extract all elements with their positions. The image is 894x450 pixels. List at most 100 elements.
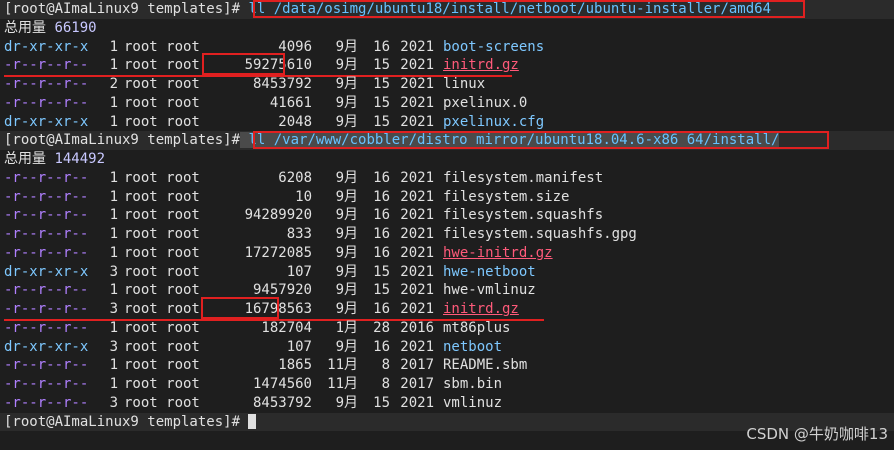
year: 2021	[400, 263, 434, 280]
link-count: 1	[109, 38, 118, 55]
day: 8	[381, 357, 390, 374]
file-size: 59275610	[244, 57, 312, 74]
file-row: dr-xr-xr-x 1 root root 4096 9月 16 2021 boot-scr…	[0, 38, 894, 57]
file-name: mt86plus	[443, 319, 511, 336]
owner-group: root root	[124, 357, 200, 374]
month: 9月	[335, 263, 358, 280]
owner-group: root root	[124, 282, 200, 299]
shell-prompt: [root@AImaLinux9 templates]#	[4, 413, 241, 430]
file-row: dr-xr-xr-x 3 root root 107 9月 15 2021 hwe-netbo…	[0, 263, 894, 282]
permissions: -r--r--r--	[4, 169, 89, 186]
year: 2017	[400, 376, 434, 392]
day: 15	[373, 282, 390, 299]
file-size: 1474560	[252, 376, 312, 392]
file-row: -r--r--r-- 1 root root 59275610 9月 15 2021 init…	[0, 53, 894, 78]
year: 2021	[400, 94, 434, 111]
day: 15	[373, 394, 390, 411]
day: 16	[373, 38, 390, 55]
file-row: -r--r--r-- 2 root root 8453792 9月 15 2021 linux	[0, 75, 894, 94]
shell-prompt: [root@AImaLinux9 templates]#	[4, 1, 241, 17]
owner-group: root root	[124, 244, 200, 261]
owner-group: root root	[124, 207, 200, 224]
year: 2021	[400, 394, 434, 411]
file-name: hwe-vmlinuz	[443, 282, 536, 299]
day: 16	[373, 188, 390, 205]
link-count: 1	[109, 244, 118, 261]
link-count: 1	[109, 207, 118, 224]
file-row: -r--r--r-- 1 root root 41661 9月 15 2021 pxelinu…	[0, 94, 894, 113]
link-count: 1	[109, 357, 118, 374]
owner-group: root root	[124, 76, 200, 92]
year: 2021	[400, 169, 434, 186]
file-row: -r--r--r-- 1 root root 833 9月 16 2021 filesyste…	[0, 225, 894, 244]
day: 15	[373, 94, 390, 111]
link-count: 1	[109, 226, 118, 242]
file-row: -r--r--r-- 1 root root 9457920 9月 15 2021 hwe-v…	[0, 281, 894, 300]
month: 1月	[335, 319, 358, 336]
file-row: dr-xr-xr-x 3 root root 107 9月 16 2021 netboot	[0, 338, 894, 357]
file-row: -r--r--r-- 1 root root 17272085 9月 16 2021 hwe-…	[0, 244, 894, 263]
command-text[interactable]: ll /data/osimg/ubuntu18/install/netboot/…	[240, 1, 771, 17]
owner-group: root root	[124, 226, 200, 242]
link-count: 1	[109, 376, 118, 392]
file-size: 8453792	[252, 76, 312, 92]
owner-group: root root	[124, 94, 200, 111]
owner-group: root root	[124, 394, 200, 411]
file-row: -r--r--r-- 1 root root 1865 11月 8 2017 README.s…	[0, 356, 894, 375]
file-row: -r--r--r-- 1 root root 94289920 9月 16 2021 file…	[0, 206, 894, 225]
total-label: 总用量	[4, 19, 46, 36]
day: 15	[373, 263, 390, 280]
file-name: filesystem.size	[443, 188, 570, 205]
month: 9月	[335, 338, 358, 355]
link-count: 3	[109, 301, 118, 317]
file-row: -r--r--r-- 3 root root 16798563 9月 16 2021 init…	[0, 297, 894, 321]
year: 2021	[400, 57, 434, 74]
owner-group: root root	[124, 301, 200, 317]
owner-group: root root	[124, 319, 200, 336]
file-size: 107	[286, 338, 312, 355]
year: 2021	[400, 76, 434, 92]
link-count: 1	[109, 319, 118, 336]
total-line: 总用量 66190	[0, 19, 894, 38]
month: 11月	[327, 357, 358, 374]
shell-prompt: [root@AImaLinux9 templates]#	[4, 132, 241, 149]
owner-group: root root	[124, 169, 200, 186]
file-size: 107	[286, 263, 312, 280]
year: 2021	[400, 338, 434, 355]
file-size: 8453792	[252, 394, 312, 411]
link-count: 1	[109, 282, 118, 299]
file-size: 4096	[278, 38, 312, 55]
month: 9月	[335, 301, 358, 317]
total-value: 144492	[54, 151, 106, 167]
year: 2021	[400, 113, 434, 130]
month: 9月	[335, 94, 358, 111]
month: 9月	[335, 394, 358, 411]
year: 2017	[400, 357, 434, 374]
file-row: dr-xr-xr-x 1 root root 2048 9月 15 2021 pxelinux…	[0, 113, 894, 132]
link-count: 3	[109, 394, 118, 411]
permissions: -r--r--r--	[4, 94, 89, 111]
file-name: sbm.bin	[443, 376, 503, 392]
day: 28	[373, 319, 390, 336]
day: 8	[381, 376, 390, 392]
year: 2021	[400, 282, 434, 299]
permissions: -r--r--r--	[4, 357, 89, 374]
command-text[interactable]: ll /var/www/cobbler/distro_mirror/ubuntu…	[240, 132, 780, 149]
file-size: 94289920	[244, 207, 312, 224]
day: 16	[373, 207, 390, 224]
month: 9月	[335, 76, 358, 92]
file-size: 6208	[278, 169, 312, 186]
day: 15	[373, 76, 390, 92]
file-size: 833	[286, 226, 312, 242]
link-count: 3	[109, 338, 118, 355]
day: 15	[373, 57, 390, 74]
day: 16	[373, 338, 390, 355]
file-name: filesystem.squashfs.gpg	[443, 226, 637, 242]
terminal-output: [root@AImaLinux9 templates]# ll /data/os…	[0, 0, 894, 432]
prompt-line: [root@AImaLinux9 templates]# ll /var/www…	[0, 131, 894, 150]
permissions: -r--r--r--	[4, 57, 89, 74]
month: 11月	[327, 376, 358, 392]
month: 9月	[335, 244, 358, 261]
owner-group: root root	[124, 263, 200, 280]
file-row: -r--r--r-- 1 root root 6208 9月 16 2021 filesyst…	[0, 169, 894, 188]
